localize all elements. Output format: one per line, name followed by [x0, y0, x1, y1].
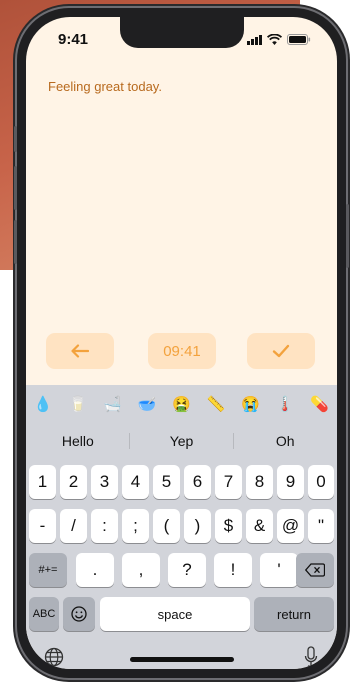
suggestion-divider: [233, 433, 234, 449]
suggestion-bar: Hello Yep Oh: [26, 429, 337, 453]
wifi-icon: [267, 34, 282, 45]
signal-icon: [247, 35, 262, 45]
power-button: [346, 204, 349, 268]
key-semicolon[interactable]: ;: [122, 509, 149, 543]
emoji-bowl-icon[interactable]: 🥣: [138, 395, 157, 413]
key-open-paren[interactable]: (: [153, 509, 180, 543]
key-2[interactable]: 2: [60, 465, 87, 499]
emoji-bathtub-icon[interactable]: 🛁: [103, 395, 122, 413]
abc-key[interactable]: ABC: [29, 597, 59, 631]
key-hyphen[interactable]: -: [29, 509, 56, 543]
key-8[interactable]: 8: [246, 465, 273, 499]
microphone-icon[interactable]: [304, 646, 318, 668]
smiley-icon: [71, 606, 87, 622]
key-period[interactable]: .: [76, 553, 114, 587]
key-dollar[interactable]: $: [215, 509, 242, 543]
checkmark-icon: [272, 344, 290, 358]
done-button[interactable]: [247, 333, 315, 369]
emoji-thermometer-icon[interactable]: 🌡️: [276, 395, 295, 413]
key-quote[interactable]: ": [308, 509, 334, 543]
emoji-bar: 💧 🥛 🛁 🥣 🤮 📏 😭 🌡️ 💊: [26, 391, 337, 417]
emoji-pill-icon[interactable]: 💊: [310, 395, 329, 413]
battery-icon: [287, 34, 311, 45]
emoji-glass-icon[interactable]: 🥛: [68, 395, 87, 413]
volume-up-button: [14, 166, 17, 210]
key-close-paren[interactable]: ): [184, 509, 211, 543]
key-ampersand[interactable]: &: [246, 509, 273, 543]
phone-frame: 9:41 Feeling great today. 09:41 💧 🥛 🛁 🥣 …: [14, 8, 349, 678]
globe-icon[interactable]: [44, 647, 64, 667]
notch: [120, 17, 244, 48]
key-at[interactable]: @: [277, 509, 304, 543]
arrow-left-icon: [71, 344, 89, 358]
suggestion-item[interactable]: Hello: [26, 429, 130, 453]
delete-key[interactable]: [296, 553, 334, 587]
key-apostrophe[interactable]: ': [260, 553, 298, 587]
symbols-toggle-key[interactable]: #+=: [29, 553, 67, 587]
status-icons: [247, 34, 311, 45]
status-time: 9:41: [58, 31, 89, 48]
key-5[interactable]: 5: [153, 465, 180, 499]
emoji-vomit-icon[interactable]: 🤮: [172, 395, 191, 413]
suggestion-item[interactable]: Oh: [233, 429, 337, 453]
key-6[interactable]: 6: [184, 465, 211, 499]
note-text[interactable]: Feeling great today.: [48, 79, 162, 94]
home-indicator: [130, 657, 234, 662]
key-1[interactable]: 1: [29, 465, 56, 499]
time-button[interactable]: 09:41: [148, 333, 216, 369]
key-exclamation[interactable]: !: [214, 553, 252, 587]
keyboard: 💧 🥛 🛁 🥣 🤮 📏 😭 🌡️ 💊 Hello Yep Oh 1 2 3 4 …: [26, 385, 337, 669]
key-colon[interactable]: :: [91, 509, 118, 543]
key-9[interactable]: 9: [277, 465, 304, 499]
back-button[interactable]: [46, 333, 114, 369]
space-key[interactable]: space: [100, 597, 250, 631]
return-key[interactable]: return: [254, 597, 334, 631]
emoji-key[interactable]: [63, 597, 95, 631]
suggestion-item[interactable]: Yep: [130, 429, 234, 453]
key-0[interactable]: 0: [308, 465, 334, 499]
screen: 9:41 Feeling great today. 09:41 💧 🥛 🛁 🥣 …: [26, 17, 337, 669]
backspace-icon: [305, 563, 325, 577]
key-slash[interactable]: /: [60, 509, 87, 543]
key-7[interactable]: 7: [215, 465, 242, 499]
emoji-ruler-icon[interactable]: 📏: [207, 395, 226, 413]
key-4[interactable]: 4: [122, 465, 149, 499]
key-comma[interactable]: ,: [122, 553, 160, 587]
suggestion-divider: [129, 433, 130, 449]
key-question[interactable]: ?: [168, 553, 206, 587]
volume-down-button: [14, 220, 17, 264]
emoji-water-drop-icon[interactable]: 💧: [34, 395, 53, 413]
emoji-crying-icon[interactable]: 😭: [241, 395, 260, 413]
mute-switch: [14, 126, 17, 152]
key-3[interactable]: 3: [91, 465, 118, 499]
